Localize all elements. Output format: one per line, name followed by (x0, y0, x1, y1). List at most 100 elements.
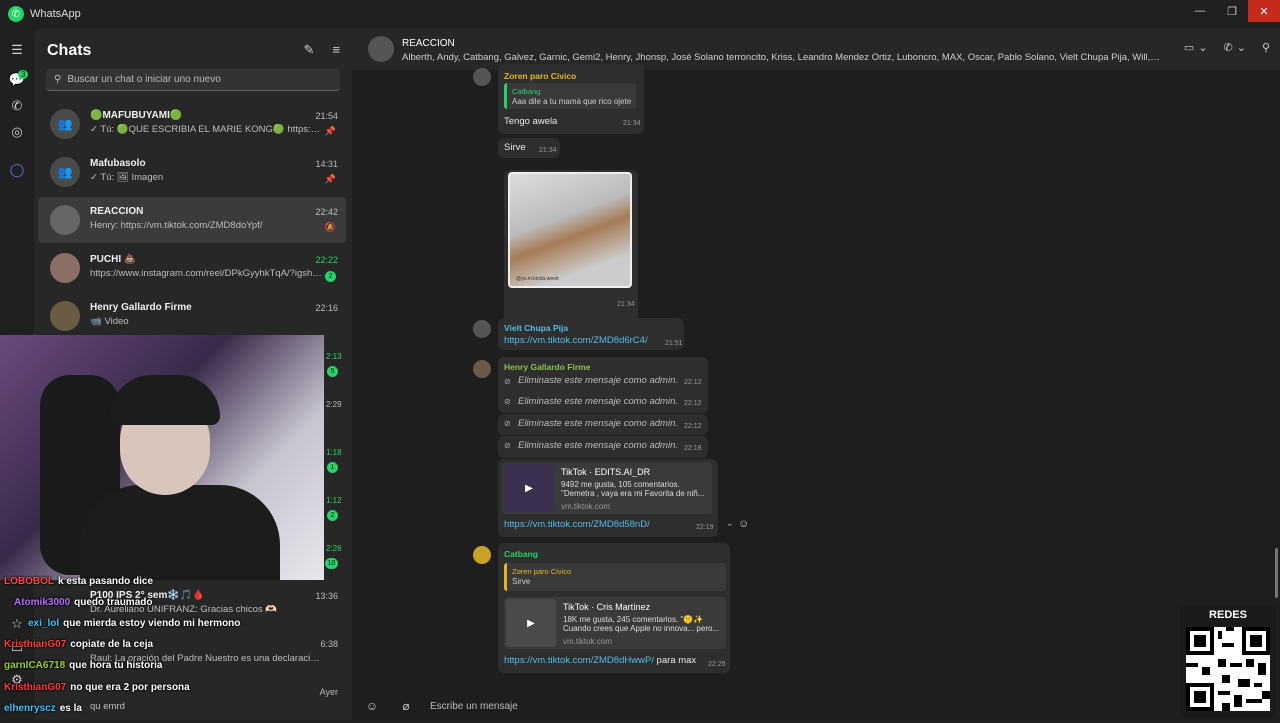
chat-item-mafubuyami[interactable]: 👥 🟢MAFUBUYAMI🟢 ✓ Tú: 🟢QUE ESCRIBIA EL MA… (38, 101, 346, 147)
stream-chat-user: KristhianG07 (4, 639, 67, 650)
chat-time: 22:42 (315, 207, 338, 217)
calls-icon[interactable]: ✆ (7, 96, 27, 116)
message-link[interactable]: https://vm.tiktok.com/ZMD8d6rC4/ (504, 335, 648, 346)
maximize-button[interactable]: ❐ (1216, 0, 1248, 22)
link-preview-card[interactable]: ▶ TikTok · EDITS.AI_DR 9492 me gusta, 10… (502, 462, 712, 514)
muted-icon: 🔕 (324, 222, 336, 232)
message-time: 22:18 (684, 445, 702, 452)
image-message[interactable]: @yo.m.kinda.weeb 21:34 (504, 170, 638, 340)
chat-item-reaccion[interactable]: REACCION Henry: https://vm.tiktok.com/ZM… (38, 197, 346, 243)
message-time: 22:19 (696, 524, 714, 531)
quoted-sender: Catbang (512, 87, 541, 96)
chat-item-puchi[interactable]: PUCHI 💩 https://www.instagram.com/reel/D… (38, 245, 346, 291)
message-bubble[interactable]: Catbang Zoren paro Civico Sirve ▶ TikTok… (498, 543, 730, 673)
message-composer: ☺ ⌀ Escribe un mensaje (352, 692, 1280, 720)
quoted-text: Aaa dile a tu mamá que rico ojete (512, 97, 632, 106)
link-preview-card[interactable]: ▶ TikTok · Cris Martínez 18K me gusta, 2… (504, 597, 726, 649)
close-button[interactable]: ✕ (1248, 0, 1280, 22)
message-bubble[interactable]: ⊘ Eliminaste este mensaje como admin. 22… (498, 436, 708, 458)
stream-chat-message: k esta pasando dice (58, 576, 154, 587)
search-icon: ⚲ (54, 74, 62, 85)
deleted-message-text: Eliminaste este mensaje como admin. (518, 440, 678, 451)
message-time: 22:12 (684, 400, 702, 407)
unread-badge: 10 (325, 558, 338, 569)
menu-icon[interactable]: ☰ (7, 40, 27, 60)
scrollbar[interactable] (1275, 548, 1278, 598)
stream-chat-message: que mierda estoy viendo mi hermono (63, 618, 241, 629)
conversation-header[interactable]: REACCION Alberth, Andy, Catbang, Galvez,… (352, 28, 1280, 70)
message-bubble[interactable]: ⊘ Eliminaste este mensaje como admin. 22… (498, 391, 708, 413)
stream-chat-user: garnICA6718 (4, 660, 66, 671)
chat-time: 2:26 (326, 544, 342, 553)
video-call-button[interactable]: ▭ ⌄ (1184, 41, 1208, 54)
search-input[interactable]: ⚲ Buscar un chat o iniciar uno nuevo (46, 69, 340, 91)
blocked-icon: ⊘ (504, 377, 511, 386)
minimize-button[interactable]: — (1184, 0, 1216, 22)
play-icon: ▶ (506, 599, 556, 647)
unread-badge: 5 (327, 366, 338, 377)
qr-label: REDES (1209, 609, 1247, 621)
meta-ai-icon[interactable]: ◯ (7, 160, 27, 180)
status-icon[interactable]: ◎ (7, 122, 27, 142)
link-message[interactable]: ▶ TikTok · EDITS.AI_DR 9492 me gusta, 10… (498, 459, 718, 537)
avatar (50, 301, 80, 331)
stream-chat-message: no que era 2 por persona (70, 682, 190, 693)
chat-time: 21:54 (315, 111, 338, 121)
message-link[interactable]: https://vm.tiktok.com/ZMD8dHwwP/ (504, 655, 654, 666)
new-chat-icon[interactable]: ✎ (304, 42, 315, 58)
filter-icon[interactable]: ≡ (332, 42, 340, 58)
stream-chat-line: LOBOBOL k esta pasando dice (4, 576, 153, 587)
stream-chat-user: elhenryscz (4, 703, 56, 714)
video-camera-icon: ▭ (1183, 42, 1195, 54)
sender-avatar (473, 360, 491, 378)
play-icon: ▶ (504, 464, 554, 512)
chats-heading: Chats (47, 42, 92, 59)
chat-time: 14:31 (315, 159, 338, 169)
emoji-icon[interactable]: ☺ (358, 699, 386, 713)
message-bubble[interactable]: ⊘ Eliminaste este mensaje como admin. 22… (498, 414, 708, 435)
search-icon[interactable]: ⚲ (1262, 41, 1270, 54)
message-text-suffix: para max (653, 655, 697, 666)
stream-chat-message: quedo traumado (74, 597, 153, 608)
chat-time: 1:12 (326, 496, 342, 505)
conversation-members: Alberth, Andy, Catbang, Galvez, Garnic, … (402, 52, 1162, 63)
message-time: 21:34 (623, 120, 641, 127)
stream-chat-user: LOBOBOL (4, 576, 54, 587)
app-title: WhatsApp (30, 8, 81, 20)
dog-photo[interactable] (508, 172, 632, 288)
conversation-pane: REACCION Alberth, Andy, Catbang, Galvez,… (352, 28, 1280, 720)
attach-icon[interactable]: ⌀ (392, 699, 420, 713)
message-time: 22:25 (708, 661, 726, 668)
message-link[interactable]: https://vm.tiktok.com/ZMD8d58nD/ (504, 519, 650, 530)
blocked-icon: ⊘ (504, 397, 511, 406)
blocked-icon: ⊘ (504, 419, 511, 428)
quoted-message[interactable]: Zoren paro Civico Sirve (504, 563, 726, 591)
react-emoji-icon[interactable]: ☺ (738, 518, 749, 530)
message-bubble[interactable]: Vielt Chupa Pija https://vm.tiktok.com/Z… (498, 318, 684, 350)
message-input[interactable]: Escribe un mensaje (430, 701, 518, 712)
message-options-chevron-icon[interactable]: ⌄ (726, 518, 734, 529)
voice-call-button[interactable]: ✆ ⌄ (1224, 41, 1246, 54)
avatar (50, 253, 80, 283)
stream-chat-line: KristhianG07 no que era 2 por persona (4, 682, 190, 693)
chat-time: 1:18 (326, 448, 342, 457)
preview-line: Cuando crees que Apple no innova... pero… (563, 624, 720, 633)
photo-caption: @yo.m.kinda.weeb (516, 276, 559, 282)
chat-item-mafubasolo[interactable]: 👥 Mafubasolo ✓ Tú: 🖼 Imagen 14:31 📌 (38, 149, 346, 195)
chat-time: 2:13 (326, 352, 342, 361)
quoted-message[interactable]: Catbang Aaa dile a tu mamá que rico ojet… (504, 83, 636, 109)
message-bubble[interactable]: Zoren paro Civico Catbang Aaa dile a tu … (498, 64, 644, 134)
preview-domain: vm.tiktok.com (561, 502, 610, 511)
chat-item-henry[interactable]: Henry Gallardo Firme 📹 Video 22:16 (38, 293, 346, 339)
search-placeholder: Buscar un chat o iniciar uno nuevo (67, 74, 221, 85)
phone-icon: ✆ (1223, 42, 1233, 54)
preview-title: TikTok · Cris Martínez (563, 602, 651, 612)
message-time: 21:34 (539, 147, 557, 154)
sender-name: Catbang (504, 549, 538, 559)
stream-chat-message: es la (59, 703, 82, 714)
stream-chat-overlay: LOBOBOL k esta pasando dice Atomik3000 que… (0, 576, 352, 720)
message-bubble[interactable]: Sirve 21:34 (498, 138, 560, 158)
group-avatar[interactable] (368, 36, 394, 62)
chat-preview: 📹 Video (90, 316, 129, 327)
stream-chat-line: exi_lol que mierda estoy viendo mi hermon… (28, 618, 240, 629)
